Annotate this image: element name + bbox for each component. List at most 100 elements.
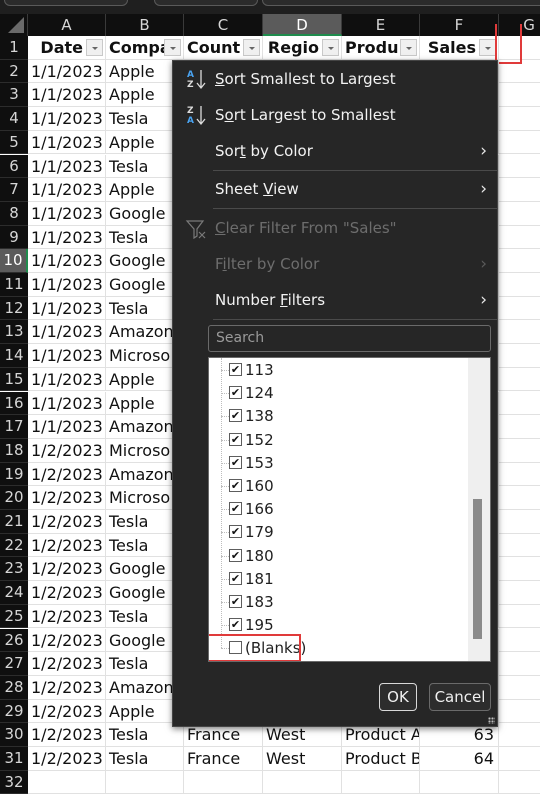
- checkbox[interactable]: ✔: [229, 618, 242, 632]
- cell[interactable]: [263, 770, 342, 795]
- toolbar-control[interactable]: [154, 0, 258, 6]
- filter-value-item[interactable]: ✔ 160: [221, 475, 461, 498]
- row-header[interactable]: 11: [0, 273, 28, 297]
- cell[interactable]: 1/1/2023: [28, 273, 106, 297]
- cell[interactable]: [499, 155, 540, 179]
- column-header-f[interactable]: F: [420, 14, 499, 36]
- column-header-d[interactable]: D: [263, 14, 342, 36]
- row-header[interactable]: 9: [0, 225, 28, 250]
- cell[interactable]: 1/2/2023: [28, 652, 106, 676]
- checkbox[interactable]: ✔: [229, 548, 242, 562]
- cell[interactable]: [499, 439, 540, 463]
- cell[interactable]: 1/2/2023: [28, 675, 106, 700]
- cell[interactable]: [499, 510, 540, 534]
- cell[interactable]: West: [263, 747, 342, 771]
- column-header-e[interactable]: E: [342, 14, 420, 36]
- cell[interactable]: [499, 60, 540, 84]
- cell[interactable]: [499, 344, 540, 368]
- cell[interactable]: [499, 771, 540, 795]
- resize-grip[interactable]: [488, 717, 495, 724]
- row-header[interactable]: 26: [0, 628, 28, 653]
- row-header[interactable]: 28: [0, 675, 28, 700]
- cell[interactable]: [499, 226, 540, 250]
- cell[interactable]: 64: [420, 747, 499, 771]
- filter-dropdown-button[interactable]: [479, 39, 496, 56]
- menu-item[interactable]: Sheet View ›: [173, 172, 497, 206]
- cell[interactable]: 1/2/2023: [28, 438, 106, 463]
- cell[interactable]: 1/2/2023: [28, 533, 106, 558]
- checkbox[interactable]: ✔: [229, 502, 242, 516]
- cell[interactable]: 1/1/2023: [28, 296, 106, 321]
- cell[interactable]: 1/1/2023: [28, 415, 106, 439]
- cell[interactable]: [499, 273, 540, 297]
- cell[interactable]: Product B: [342, 747, 420, 771]
- column-header-c[interactable]: C: [184, 14, 263, 36]
- checkbox[interactable]: ✔: [229, 595, 242, 608]
- row-header[interactable]: 20: [0, 486, 28, 510]
- list-scrollbar[interactable]: [468, 358, 490, 661]
- row-header[interactable]: 10: [0, 249, 28, 273]
- menu-item[interactable]: Sort by Color ›: [173, 134, 497, 168]
- filter-value-item[interactable]: ✔ 180: [221, 545, 461, 568]
- formula-bar[interactable]: [262, 0, 540, 6]
- row-header[interactable]: 18: [0, 438, 28, 463]
- cell[interactable]: [499, 392, 540, 416]
- cell[interactable]: [499, 131, 540, 155]
- filter-value-item[interactable]: ✔ 183: [221, 591, 461, 614]
- cell[interactable]: 1/2/2023: [28, 510, 106, 534]
- cell[interactable]: [499, 320, 540, 345]
- cell[interactable]: [499, 249, 540, 273]
- filter-search-input[interactable]: Search: [208, 325, 491, 352]
- menu-item[interactable]: A Z Sort Smallest to Largest: [173, 62, 497, 96]
- cell[interactable]: 1/1/2023: [28, 201, 106, 226]
- filter-value-item[interactable]: ✔ 138: [221, 405, 461, 428]
- row-header[interactable]: 4: [0, 107, 28, 131]
- row-header[interactable]: 22: [0, 533, 28, 558]
- filter-dropdown-button[interactable]: [243, 39, 260, 56]
- cell[interactable]: 1/1/2023: [28, 107, 106, 131]
- checkbox[interactable]: ✔: [229, 455, 242, 469]
- cell[interactable]: 1/1/2023: [28, 225, 106, 250]
- cell[interactable]: 1/2/2023: [28, 462, 106, 487]
- cell[interactable]: 1/2/2023: [28, 628, 106, 653]
- cell[interactable]: [499, 652, 540, 676]
- cell[interactable]: [499, 723, 540, 747]
- cell[interactable]: [499, 202, 540, 226]
- checkbox[interactable]: ✔: [229, 432, 242, 446]
- filter-dropdown-button[interactable]: [164, 39, 181, 56]
- row-header[interactable]: 30: [0, 723, 28, 747]
- row-header[interactable]: 23: [0, 557, 28, 582]
- cell[interactable]: [499, 747, 540, 771]
- cell[interactable]: 1/2/2023: [28, 604, 106, 629]
- cell[interactable]: 1/2/2023: [28, 557, 106, 582]
- cell[interactable]: [499, 700, 540, 724]
- checkbox[interactable]: ✔: [229, 386, 242, 400]
- cell[interactable]: 1/2/2023: [28, 723, 106, 747]
- column-header-a[interactable]: A: [28, 14, 106, 36]
- row-header[interactable]: 3: [0, 83, 28, 108]
- row-header[interactable]: 21: [0, 510, 28, 534]
- ok-button[interactable]: OK: [379, 683, 417, 711]
- select-all-button[interactable]: [0, 14, 28, 36]
- row-header[interactable]: 5: [0, 130, 28, 155]
- row-header[interactable]: 1: [0, 36, 28, 60]
- cell[interactable]: [499, 629, 540, 653]
- filter-value-item[interactable]: ✔ 181: [221, 568, 461, 591]
- cell[interactable]: 1/2/2023: [28, 581, 106, 605]
- row-header[interactable]: 13: [0, 320, 28, 345]
- cell[interactable]: [499, 486, 540, 510]
- row-header[interactable]: 32: [0, 770, 28, 795]
- cell[interactable]: [499, 676, 540, 700]
- cell[interactable]: 1/1/2023: [28, 83, 106, 108]
- cell[interactable]: [342, 770, 420, 795]
- filter-value-item[interactable]: ✔ 179: [221, 521, 461, 544]
- scrollbar-thumb[interactable]: [473, 499, 482, 639]
- cell[interactable]: [499, 368, 540, 392]
- cell[interactable]: 1/2/2023: [28, 699, 106, 724]
- cell[interactable]: [499, 581, 540, 605]
- checkbox[interactable]: ✔: [229, 409, 242, 423]
- cell[interactable]: [499, 107, 540, 131]
- cell[interactable]: 1/1/2023: [28, 344, 106, 368]
- checkbox[interactable]: ✔: [229, 525, 242, 539]
- cell[interactable]: 1/1/2023: [28, 367, 106, 392]
